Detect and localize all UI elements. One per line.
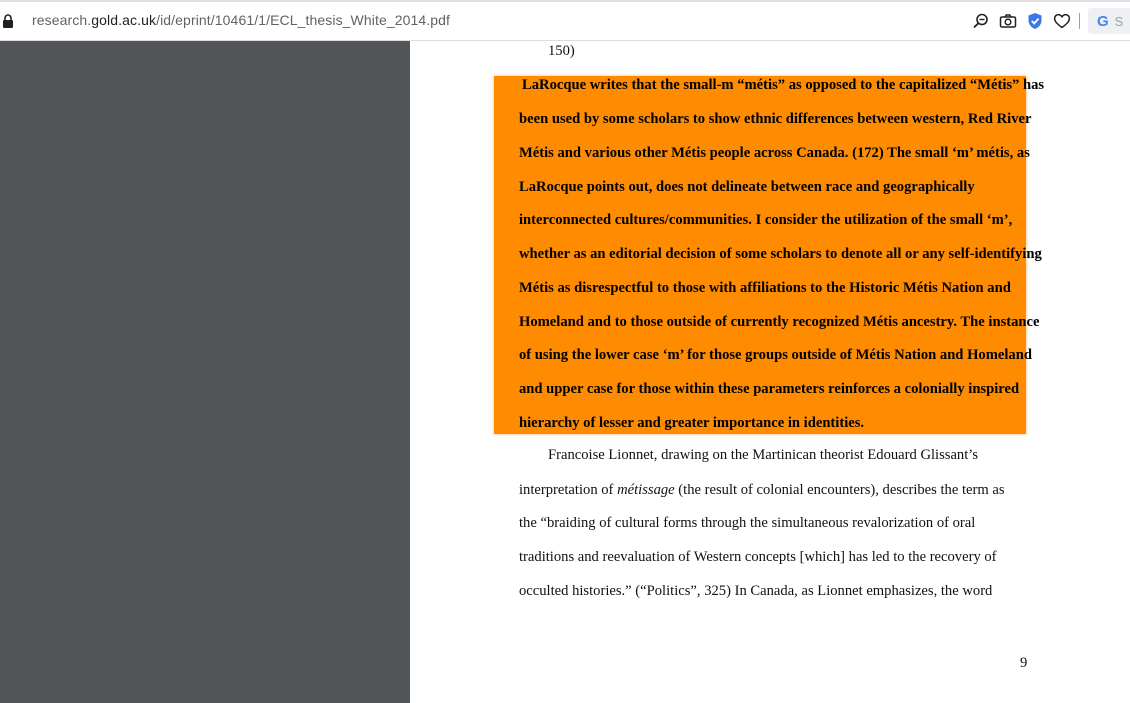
paragraph-line: occulted histories.” (“Politics”, 325) I…	[519, 583, 993, 599]
highlight-line: LaRocque writes that the small-m “métis”…	[522, 77, 1045, 93]
zoom-icon[interactable]	[968, 8, 994, 34]
paragraph-text: interpretation of	[519, 482, 618, 498]
paragraph-line: interpretation of métissage (the result …	[519, 482, 1005, 499]
heart-icon[interactable]	[1049, 8, 1075, 34]
pdf-page: 150) LaRocque writes that the small-m “m…	[410, 41, 1130, 703]
highlight-line: of using the lower case ‘m’ for those gr…	[519, 347, 1032, 363]
paragraph-line: the “braiding of cultural forms through …	[519, 515, 976, 531]
highlight-line: hierarchy of lesser and greater importan…	[519, 415, 865, 431]
highlight-line: and upper case for those within these pa…	[519, 381, 1020, 397]
highlight-line: Homeland and to those outside of current…	[519, 314, 1040, 330]
highlight-line: interconnected cultures/communities. I c…	[519, 212, 1013, 228]
highlight-line: been used by some scholars to show ethni…	[519, 111, 1032, 127]
highlight-line: Métis as disrespectful to those with aff…	[519, 280, 1011, 296]
search-box-text: S	[1114, 13, 1124, 29]
italic-term: métissage	[617, 482, 675, 498]
highlight-line: LaRocque points out, does not delineate …	[519, 179, 975, 195]
url-host-prefix: research.	[32, 12, 92, 28]
shield-check-icon[interactable]	[1022, 8, 1048, 34]
url-path: /id/eprint/10461/1/ECL_thesis_White_2014…	[156, 12, 451, 28]
tab-strip-edge	[0, 0, 1130, 2]
url-text[interactable]: research.gold.ac.uk/id/eprint/10461/1/EC…	[32, 12, 450, 28]
camera-icon[interactable]	[995, 8, 1021, 34]
highlighted-passage[interactable]: LaRocque writes that the small-m “métis”…	[494, 76, 1044, 434]
google-icon: G	[1097, 12, 1109, 30]
google-search-box[interactable]: G S	[1088, 8, 1130, 34]
paragraph-line: Francoise Lionnet, drawing on the Martin…	[548, 447, 979, 463]
paragraph-text: (the result of colonial encounters), des…	[674, 482, 1005, 498]
page-number: 9	[1020, 655, 1028, 671]
highlight-line: whether as an editorial decision of some…	[519, 246, 1042, 262]
toolbar-separator	[1079, 13, 1080, 29]
address-bar: research.gold.ac.uk/id/eprint/10461/1/EC…	[0, 0, 1130, 41]
lock-icon[interactable]	[2, 14, 14, 28]
highlight-line: Métis and various other Métis people acr…	[519, 145, 1030, 161]
url-host: gold.ac.uk	[91, 12, 157, 28]
paragraph-line: traditions and reevaluation of Western c…	[519, 549, 997, 565]
pdf-viewer-background	[0, 41, 410, 703]
top-fragment: 150)	[548, 43, 575, 59]
toolbar-icons: G S	[967, 8, 1130, 34]
